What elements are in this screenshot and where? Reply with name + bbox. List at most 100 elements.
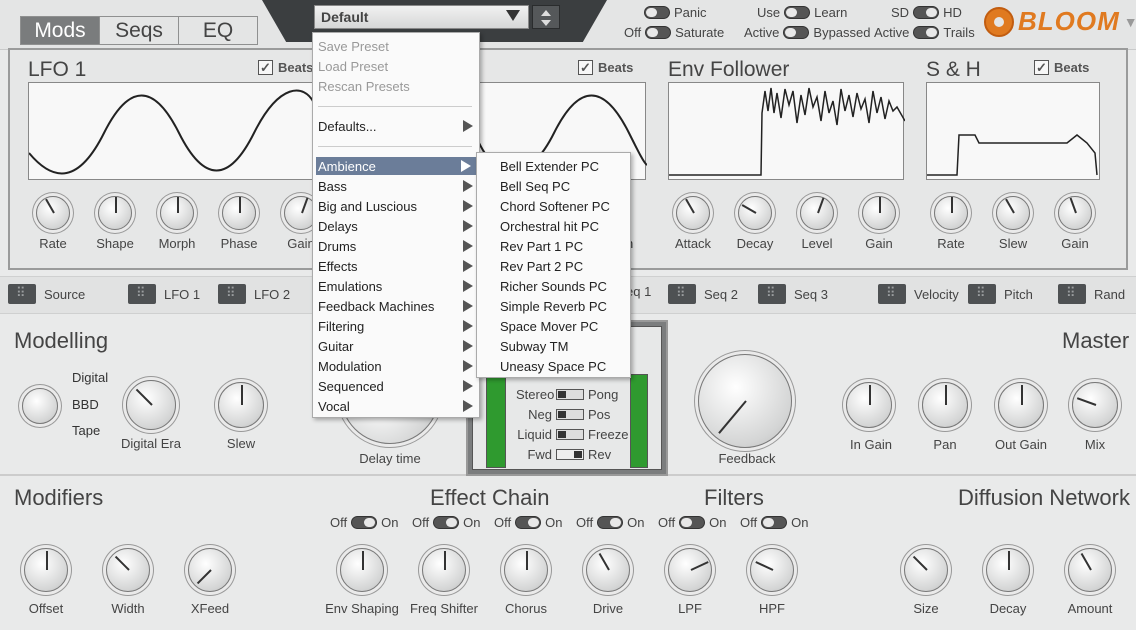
toggle-switch[interactable] (784, 6, 811, 19)
drive-knob[interactable] (586, 548, 630, 592)
lfo1-morph-knob[interactable] (160, 196, 194, 230)
drag-grip-icon[interactable] (968, 284, 996, 304)
env-decay-knob[interactable] (738, 196, 772, 230)
arrow-up-icon[interactable] (541, 10, 551, 16)
drag-grip-icon[interactable] (1058, 284, 1086, 304)
mode-digital[interactable]: Digital (72, 370, 108, 385)
lfo1-shape-knob[interactable] (98, 196, 132, 230)
size-knob[interactable] (904, 548, 948, 592)
preset-item[interactable]: Bell Seq PC (500, 179, 570, 194)
env-gain-knob[interactable] (862, 196, 896, 230)
menu-item-ambience[interactable]: Ambience (316, 157, 476, 175)
switch[interactable] (556, 389, 584, 400)
switch[interactable] (556, 409, 584, 420)
bypass-toggle[interactable]: Active Bypassed (744, 25, 871, 40)
hpf-toggle[interactable]: Off On (740, 515, 808, 530)
source-drag[interactable]: Source (8, 284, 85, 304)
lfo2-source-drag[interactable]: LFO 2 (218, 284, 290, 304)
menu-item-feedback-machines[interactable]: Feedback Machines (318, 299, 474, 314)
checkbox-checked-icon[interactable]: ✓ (1034, 60, 1049, 75)
env-shaping-toggle[interactable]: Off On (330, 515, 398, 530)
rand-source-drag[interactable]: Rand (1058, 284, 1125, 304)
preset-item[interactable]: Rev Part 2 PC (500, 259, 583, 274)
sh-gain-knob[interactable] (1058, 196, 1092, 230)
pan-knob[interactable] (922, 382, 968, 428)
velocity-source-drag[interactable]: Velocity (878, 284, 959, 304)
learn-toggle[interactable]: Use Learn (757, 5, 847, 20)
toggle-switch[interactable] (515, 516, 542, 529)
menu-item-filtering[interactable]: Filtering (318, 319, 474, 334)
toggle-switch[interactable] (679, 516, 706, 529)
preset-dropdown[interactable]: Default (314, 5, 529, 29)
drag-grip-icon[interactable] (758, 284, 786, 304)
toggle-switch[interactable] (761, 516, 788, 529)
freq-shifter-toggle[interactable]: Off On (412, 515, 480, 530)
freq-shifter-knob[interactable] (422, 548, 466, 592)
chorus-knob[interactable] (504, 548, 548, 592)
tab-seqs[interactable]: Seqs (100, 17, 179, 44)
preset-item[interactable]: Richer Sounds PC (500, 279, 607, 294)
lfo1-beats[interactable]: ✓ Beats (258, 60, 313, 75)
env-level-knob[interactable] (800, 196, 834, 230)
menu-item-big-and-luscious[interactable]: Big and Luscious (318, 199, 474, 214)
env-attack-knob[interactable] (676, 196, 710, 230)
lpf-knob[interactable] (668, 548, 712, 592)
menu-item-sequenced[interactable]: Sequenced (318, 379, 474, 394)
chorus-toggle[interactable]: Off On (494, 515, 562, 530)
mix-knob[interactable] (1072, 382, 1118, 428)
preset-item[interactable]: Chord Softener PC (500, 199, 610, 214)
preset-item[interactable]: Space Mover PC (500, 319, 598, 334)
preset-stepper[interactable] (532, 5, 560, 29)
liquid-freeze-switch[interactable]: Liquid Freeze (516, 427, 628, 442)
in-gain-knob[interactable] (846, 382, 892, 428)
trails-toggle[interactable]: Active Trails (874, 25, 975, 40)
menu-item-vocal[interactable]: Vocal (318, 399, 474, 414)
seq3-source-drag[interactable]: Seq 3 (758, 284, 828, 304)
stereo-pong-switch[interactable]: Stereo Pong (516, 387, 618, 402)
seq2-source-drag[interactable]: Seq 2 (668, 284, 738, 304)
lfo2-beats[interactable]: ✓ Beats (578, 60, 633, 75)
drive-toggle[interactable]: Off On (576, 515, 644, 530)
toggle-switch[interactable] (913, 6, 940, 19)
feedback-knob[interactable] (698, 354, 792, 448)
env-shaping-knob[interactable] (340, 548, 384, 592)
switch[interactable] (556, 429, 584, 440)
amount-knob[interactable] (1068, 548, 1112, 592)
preset-item[interactable]: Orchestral hit PC (500, 219, 599, 234)
switch[interactable] (556, 449, 584, 460)
saturate-toggle[interactable]: Off Saturate (624, 25, 724, 40)
menu-item-save-preset[interactable]: Save Preset (318, 39, 389, 54)
menu-item-modulation[interactable]: Modulation (318, 359, 474, 374)
fwd-rev-switch[interactable]: Fwd Rev (516, 447, 611, 462)
sh-slew-knob[interactable] (996, 196, 1030, 230)
toggle-switch[interactable] (783, 26, 810, 39)
panic-toggle[interactable]: Panic (644, 5, 707, 20)
toggle-switch[interactable] (644, 6, 670, 19)
hpf-knob[interactable] (750, 548, 794, 592)
offset-knob[interactable] (24, 548, 68, 592)
xfeed-knob[interactable] (188, 548, 232, 592)
tab-eq[interactable]: EQ (179, 17, 257, 44)
menu-item-defaults[interactable]: Defaults... (318, 119, 474, 134)
menu-item-rescan-presets[interactable]: Rescan Presets (318, 79, 410, 94)
menu-item-emulations[interactable]: Emulations (318, 279, 474, 294)
slew-knob[interactable] (218, 382, 264, 428)
toggle-switch[interactable] (645, 26, 672, 39)
checkbox-checked-icon[interactable]: ✓ (578, 60, 593, 75)
lfo1-source-drag[interactable]: LFO 1 (128, 284, 200, 304)
lfo1-rate-knob[interactable] (36, 196, 70, 230)
lfo1-phase-knob[interactable] (222, 196, 256, 230)
menu-item-load-preset[interactable]: Load Preset (318, 59, 388, 74)
menu-item-bass[interactable]: Bass (318, 179, 474, 194)
menu-item-effects[interactable]: Effects (318, 259, 474, 274)
mode-tape[interactable]: Tape (72, 423, 100, 438)
preset-item[interactable]: Bell Extender PC (500, 159, 599, 174)
toggle-switch[interactable] (597, 516, 624, 529)
tab-mods[interactable]: Mods (21, 17, 100, 44)
out-gain-knob[interactable] (998, 382, 1044, 428)
sh-rate-knob[interactable] (934, 196, 968, 230)
mode-bbd[interactable]: BBD (72, 397, 99, 412)
toggle-switch[interactable] (913, 26, 940, 39)
toggle-switch[interactable] (433, 516, 460, 529)
drag-grip-icon[interactable] (8, 284, 36, 304)
